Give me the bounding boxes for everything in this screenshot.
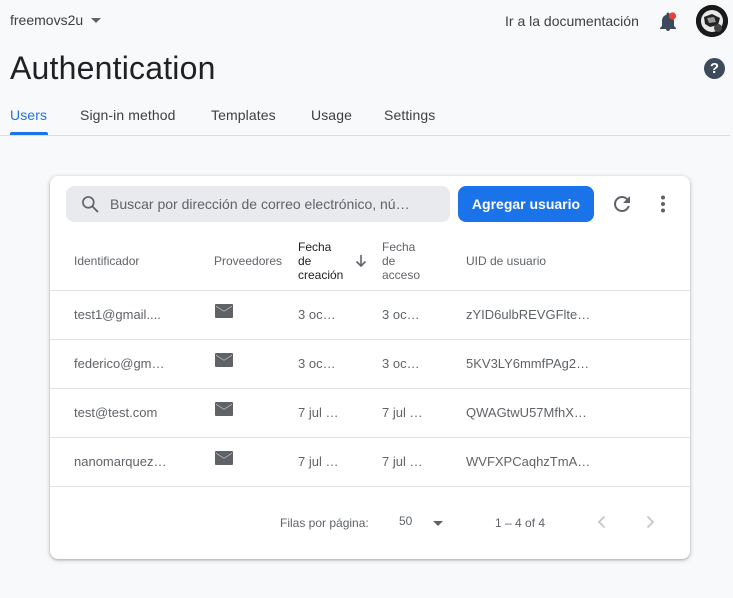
- add-user-button[interactable]: Agregar usuario: [458, 186, 594, 222]
- row-divider: [50, 339, 690, 340]
- tab-bar: Users Sign-in method Templates Usage Set…: [0, 100, 730, 136]
- chevron-down-icon[interactable]: [433, 521, 443, 526]
- column-header-signed-in-line1: Fecha: [382, 240, 416, 254]
- previous-page-icon[interactable]: [593, 513, 611, 531]
- page-title: Authentication: [10, 50, 216, 86]
- row-1-signed-in: 3 oc…: [382, 307, 420, 322]
- row-divider: [50, 388, 690, 389]
- tab-sign-in-method[interactable]: Sign-in method: [80, 107, 176, 123]
- tab-usage[interactable]: Usage: [311, 107, 352, 123]
- search-input[interactable]: [110, 196, 410, 212]
- search-icon: [82, 196, 99, 213]
- chevron-down-icon: [91, 17, 102, 23]
- row-2-signed-in: 3 oc…: [382, 356, 420, 371]
- row-3-created: 7 jul …: [298, 405, 339, 420]
- docs-link[interactable]: Ir a la documentación: [505, 13, 639, 29]
- row-3-identifier[interactable]: test@test.com: [74, 405, 157, 420]
- more-options-icon[interactable]: [651, 192, 675, 216]
- row-4-created: 7 jul …: [298, 454, 339, 469]
- column-header-signed-in[interactable]: Fecha de acceso: [382, 240, 420, 282]
- column-header-signed-in-line2: de: [382, 254, 396, 268]
- next-page-icon[interactable]: [641, 513, 659, 531]
- project-selector[interactable]: freemovs2u: [10, 12, 102, 28]
- row-1-created: 3 oc…: [298, 307, 336, 322]
- table-bottom-divider: [50, 486, 690, 487]
- mail-icon: [215, 353, 233, 367]
- top-bar: freemovs2u Ir a la documentación: [0, 0, 733, 44]
- rows-per-page-select[interactable]: 50: [399, 514, 412, 528]
- mail-icon: [215, 304, 233, 318]
- tab-templates[interactable]: Templates: [211, 107, 276, 123]
- help-icon[interactable]: ?: [704, 58, 725, 79]
- column-header-created-line3: creación: [298, 268, 344, 282]
- row-2-uid[interactable]: 5KV3LY6mmfPAg2…: [466, 356, 589, 371]
- users-card: Agregar usuario Identificador Proveedore…: [50, 176, 690, 559]
- row-2-identifier[interactable]: federico@gm…: [74, 356, 165, 371]
- row-2-created: 3 oc…: [298, 356, 336, 371]
- mail-icon: [215, 451, 233, 465]
- row-4-uid[interactable]: WVFXPCaqhzTmA…: [466, 454, 590, 469]
- account-avatar[interactable]: [696, 5, 728, 37]
- refresh-icon[interactable]: [610, 192, 634, 216]
- row-3-uid[interactable]: QWAGtwU57MfhX…: [466, 405, 587, 420]
- notifications-bell-icon[interactable]: [657, 11, 679, 33]
- row-4-signed-in: 7 jul …: [382, 454, 423, 469]
- active-tab-indicator: [10, 132, 48, 135]
- column-header-signed-in-line3: acceso: [382, 268, 421, 282]
- column-header-uid[interactable]: UID de usuario: [466, 254, 546, 268]
- column-header-created[interactable]: Fecha de creación: [298, 240, 343, 282]
- rows-per-page-label: Filas por página:: [280, 516, 369, 530]
- column-header-identifier[interactable]: Identificador: [74, 254, 139, 268]
- row-1-uid[interactable]: zYID6ulbREVGFlte…: [466, 307, 590, 322]
- column-header-providers[interactable]: Proveedores: [214, 254, 282, 268]
- row-4-identifier[interactable]: nanomarquez…: [74, 454, 167, 469]
- search-box[interactable]: [66, 186, 450, 222]
- sort-descending-icon[interactable]: [354, 254, 368, 268]
- pagination-range: 1 – 4 of 4: [495, 516, 546, 530]
- row-divider: [50, 437, 690, 438]
- header-divider: [50, 290, 690, 291]
- project-name: freemovs2u: [10, 12, 84, 28]
- row-1-identifier[interactable]: test1@gmail....: [74, 307, 161, 322]
- row-3-signed-in: 7 jul …: [382, 405, 423, 420]
- column-header-created-line1: Fecha: [298, 240, 332, 254]
- tab-settings[interactable]: Settings: [384, 107, 435, 123]
- column-header-created-line2: de: [298, 254, 312, 268]
- mail-icon: [215, 402, 233, 416]
- tab-users[interactable]: Users: [10, 107, 47, 123]
